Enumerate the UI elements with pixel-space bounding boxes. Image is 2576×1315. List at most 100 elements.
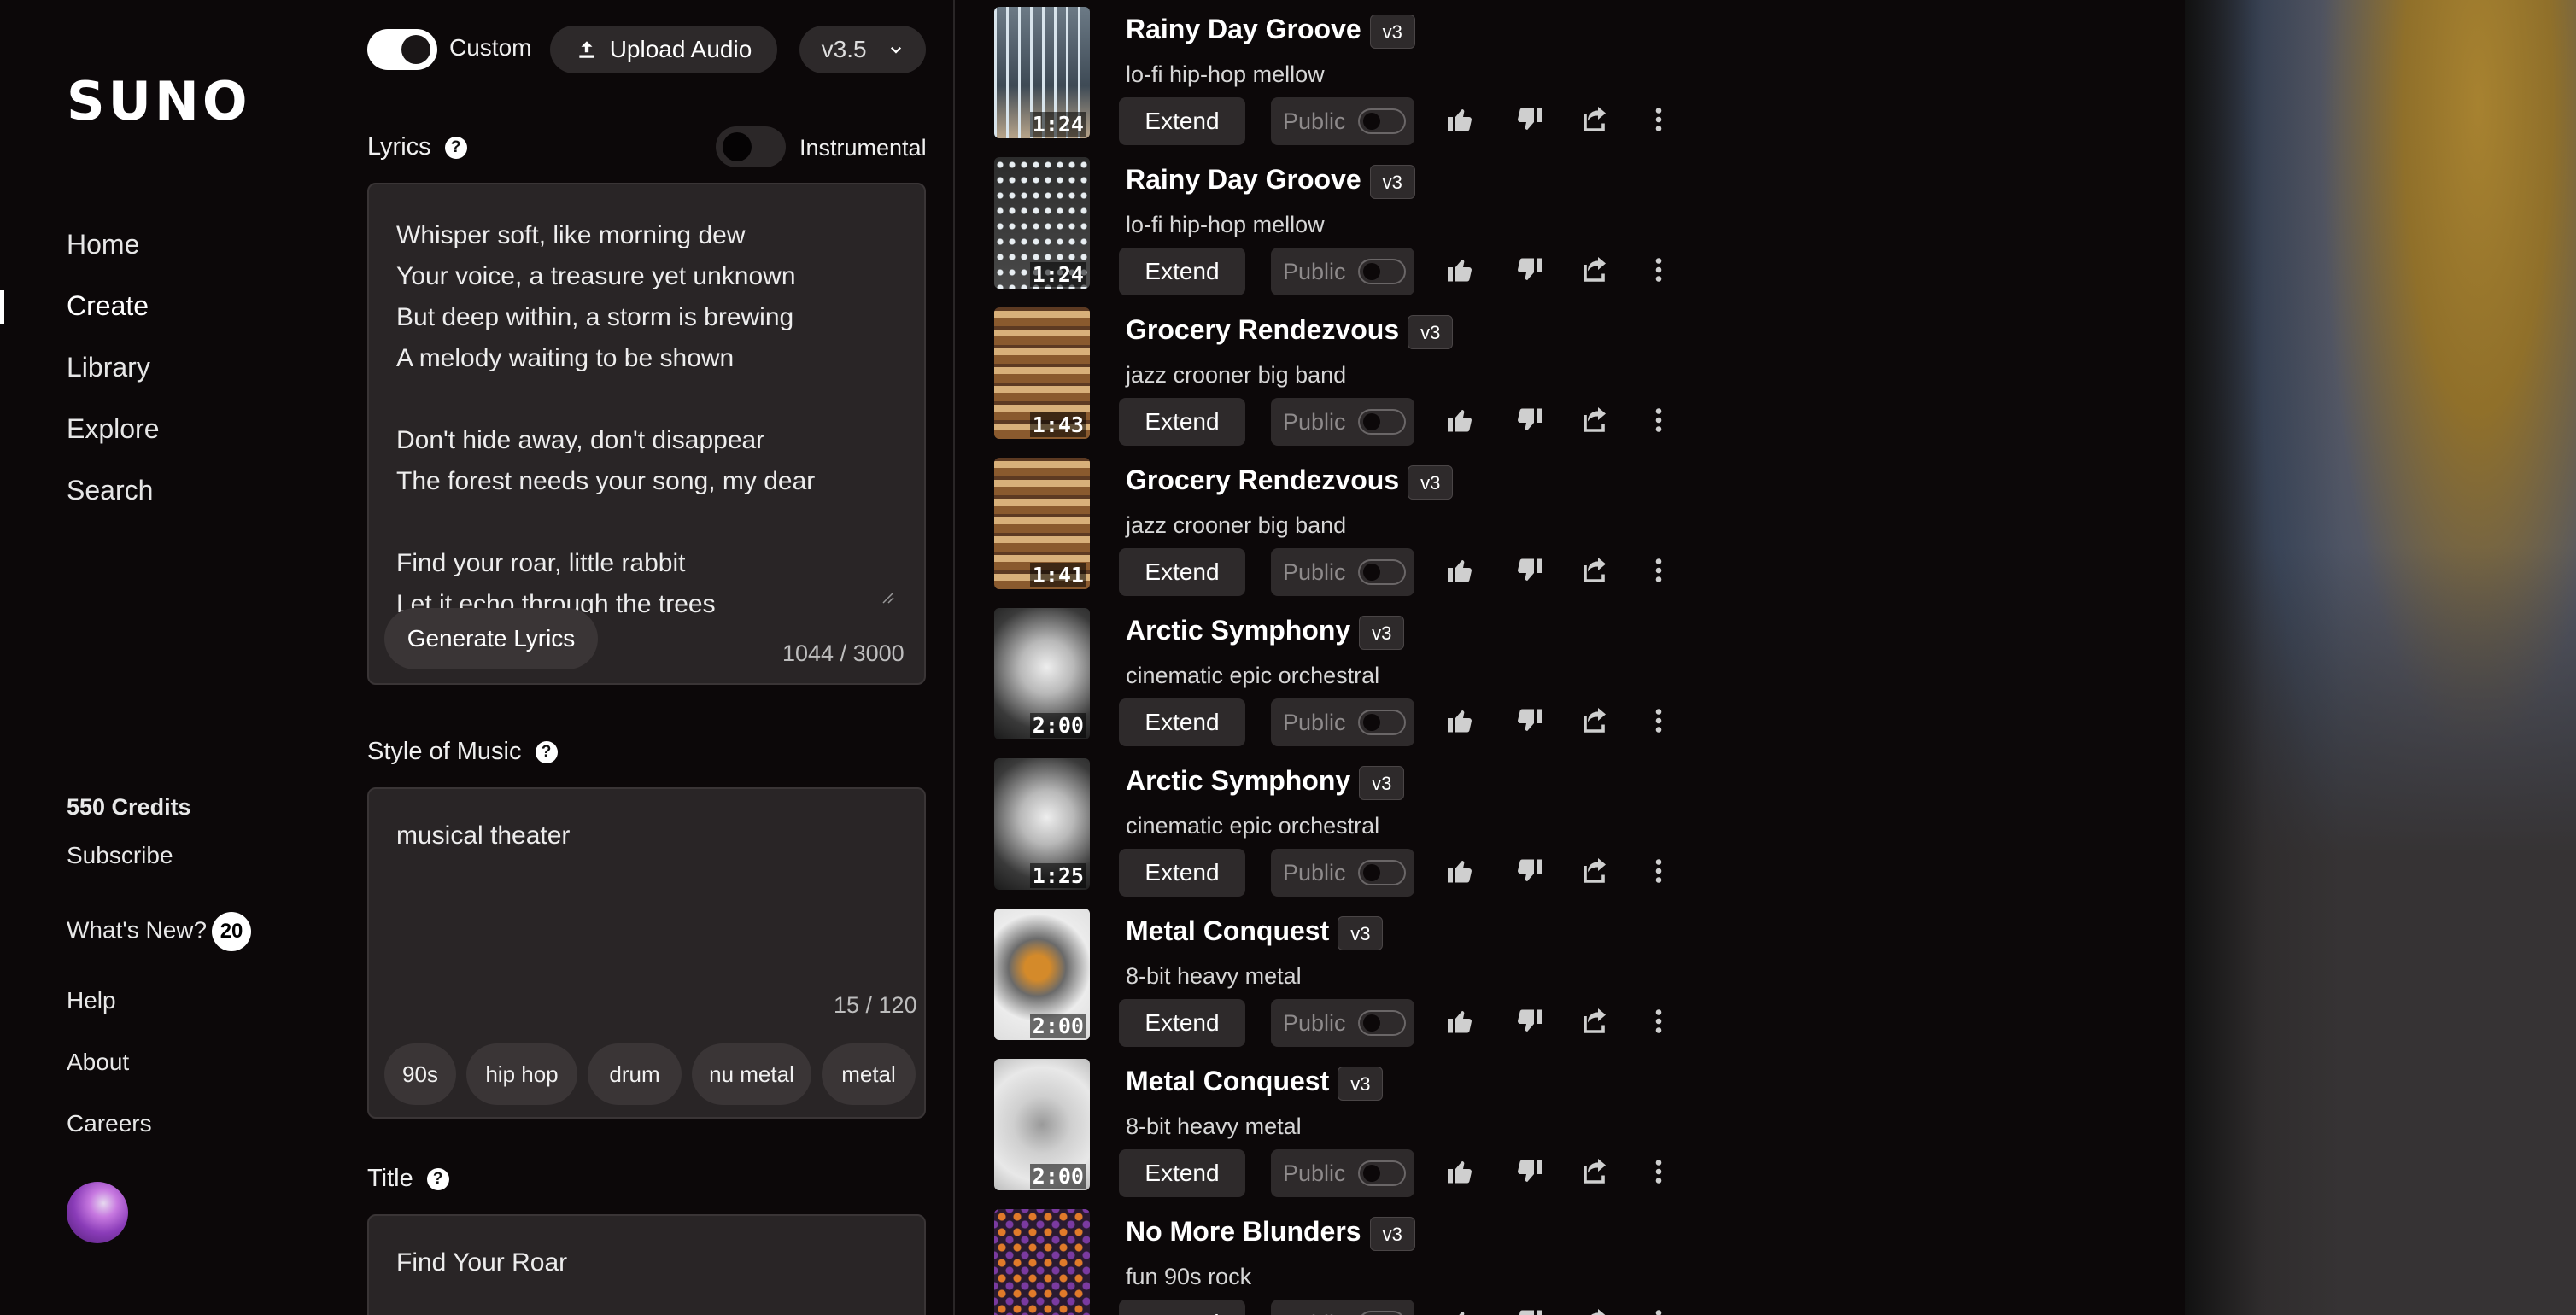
public-toggle[interactable]: Public	[1271, 1300, 1414, 1315]
resize-handle-icon[interactable]	[881, 591, 895, 605]
song-style-tags[interactable]: 8-bit heavy metal	[1126, 1113, 1302, 1140]
more-icon[interactable]	[1643, 705, 1677, 739]
share-icon[interactable]	[1580, 1306, 1614, 1315]
thumbs-up-icon[interactable]	[1445, 104, 1479, 138]
song-cover-image[interactable]: 1:43	[994, 307, 1090, 439]
style-input[interactable]: musical theater	[396, 821, 570, 850]
song-title[interactable]: Arctic Symphony v3	[1126, 765, 1405, 800]
song-style-tags[interactable]: cinematic epic orchestral	[1126, 663, 1379, 689]
public-toggle[interactable]: Public	[1271, 1149, 1414, 1197]
upload-audio-button[interactable]: Upload Audio	[550, 26, 777, 73]
public-toggle[interactable]: Public	[1271, 398, 1414, 446]
thumbs-up-icon[interactable]	[1445, 254, 1479, 289]
more-icon[interactable]	[1643, 856, 1677, 890]
song-title[interactable]: Rainy Day Groove v3	[1126, 14, 1415, 49]
extend-button[interactable]: Extend	[1119, 548, 1245, 596]
thumbs-down-icon[interactable]	[1513, 555, 1548, 589]
thumbs-down-icon[interactable]	[1513, 405, 1548, 439]
version-select[interactable]: v3.5	[799, 26, 926, 73]
more-icon[interactable]	[1643, 104, 1677, 138]
share-icon[interactable]	[1580, 856, 1614, 890]
share-icon[interactable]	[1580, 405, 1614, 439]
title-input[interactable]: Find Your Roar	[396, 1248, 567, 1277]
thumbs-up-icon[interactable]	[1445, 705, 1479, 739]
thumbs-down-icon[interactable]	[1513, 856, 1548, 890]
thumbs-down-icon[interactable]	[1513, 104, 1548, 138]
more-icon[interactable]	[1643, 1156, 1677, 1190]
subscribe-link[interactable]: Subscribe	[67, 842, 173, 869]
nav-home[interactable]: Home	[67, 224, 160, 285]
user-avatar[interactable]	[67, 1182, 128, 1243]
share-icon[interactable]	[1580, 104, 1614, 138]
song-row[interactable]: 1:41 Grocery Rendezvous v3 jazz crooner big…	[994, 458, 1848, 608]
nav-search[interactable]: Search	[67, 470, 160, 531]
nav-explore[interactable]: Explore	[67, 408, 160, 470]
extend-button[interactable]: Extend	[1119, 698, 1245, 746]
song-cover-image[interactable]: 2:00	[994, 608, 1090, 739]
song-row[interactable]: 2:00 Metal Conquest v3 8-bit heavy metal Ext…	[994, 909, 1848, 1059]
help-icon[interactable]: ?	[535, 741, 558, 764]
public-toggle[interactable]: Public	[1271, 849, 1414, 897]
song-title[interactable]: No More Blunders v3	[1126, 1216, 1415, 1251]
style-tag-90s[interactable]: 90s	[384, 1043, 456, 1105]
thumbs-up-icon[interactable]	[1445, 856, 1479, 890]
instrumental-toggle[interactable]	[716, 126, 786, 167]
thumbs-down-icon[interactable]	[1513, 705, 1548, 739]
song-row[interactable]: 1:24 Rainy Day Groove v3 lo-fi hip-hop mell…	[994, 7, 1848, 157]
nav-library[interactable]: Library	[67, 347, 160, 408]
extend-button[interactable]: Extend	[1119, 1300, 1245, 1315]
public-switch[interactable]	[1358, 108, 1406, 134]
public-switch[interactable]	[1358, 1160, 1406, 1186]
public-switch[interactable]	[1358, 409, 1406, 435]
song-row[interactable]: 1:24 Rainy Day Groove v3 lo-fi hip-hop mell…	[994, 157, 1848, 307]
song-cover-image[interactable]: 1:24	[994, 7, 1090, 138]
extend-button[interactable]: Extend	[1119, 398, 1245, 446]
song-style-tags[interactable]: fun 90s rock	[1126, 1264, 1251, 1290]
help-icon[interactable]: ?	[444, 137, 467, 160]
about-link[interactable]: About	[67, 1049, 129, 1076]
song-cover-image[interactable]: 1:25	[994, 758, 1090, 890]
more-icon[interactable]	[1643, 1306, 1677, 1315]
song-row[interactable]: 2:00 Metal Conquest v3 8-bit heavy metal Ext…	[994, 1059, 1848, 1209]
thumbs-up-icon[interactable]	[1445, 1156, 1479, 1190]
generate-lyrics-button[interactable]: Generate Lyrics	[384, 608, 598, 669]
style-tag-nu-metal[interactable]: nu metal	[692, 1043, 811, 1105]
more-icon[interactable]	[1643, 254, 1677, 289]
whats-new-link[interactable]: What's New? 20	[67, 912, 252, 951]
song-style-tags[interactable]: jazz crooner big band	[1126, 512, 1346, 539]
song-cover-image[interactable]: 1:24	[994, 157, 1090, 289]
extend-button[interactable]: Extend	[1119, 248, 1245, 295]
public-switch[interactable]	[1358, 1311, 1406, 1315]
song-title[interactable]: Metal Conquest v3	[1126, 1066, 1384, 1101]
extend-button[interactable]: Extend	[1119, 97, 1245, 145]
song-cover-image[interactable]: 1:41	[994, 458, 1090, 589]
share-icon[interactable]	[1580, 1156, 1614, 1190]
nav-create[interactable]: Create	[67, 285, 160, 347]
style-tag-hip-hop[interactable]: hip hop	[466, 1043, 577, 1105]
public-toggle[interactable]: Public	[1271, 248, 1414, 295]
song-style-tags[interactable]: jazz crooner big band	[1126, 362, 1346, 389]
share-icon[interactable]	[1580, 705, 1614, 739]
song-style-tags[interactable]: cinematic epic orchestral	[1126, 813, 1379, 839]
public-switch[interactable]	[1358, 710, 1406, 735]
thumbs-up-icon[interactable]	[1445, 555, 1479, 589]
extend-button[interactable]: Extend	[1119, 999, 1245, 1047]
song-row[interactable]: 1:43 Grocery Rendezvous v3 jazz crooner big…	[994, 307, 1848, 458]
public-toggle[interactable]: Public	[1271, 999, 1414, 1047]
thumbs-down-icon[interactable]	[1513, 1156, 1548, 1190]
careers-link[interactable]: Careers	[67, 1110, 152, 1137]
song-row[interactable]: 1:25 Arctic Symphony v3 cinematic epic orch…	[994, 758, 1848, 909]
share-icon[interactable]	[1580, 1006, 1614, 1040]
song-row[interactable]: No More Blunders v3 fun 90s rock Extend Publ…	[994, 1209, 1848, 1315]
song-style-tags[interactable]: lo-fi hip-hop mellow	[1126, 212, 1325, 238]
public-switch[interactable]	[1358, 559, 1406, 585]
song-title[interactable]: Rainy Day Groove v3	[1126, 164, 1415, 199]
more-icon[interactable]	[1643, 1006, 1677, 1040]
song-cover-image[interactable]	[994, 1209, 1090, 1315]
song-title[interactable]: Arctic Symphony v3	[1126, 615, 1405, 650]
share-icon[interactable]	[1580, 254, 1614, 289]
song-cover-image[interactable]: 2:00	[994, 1059, 1090, 1190]
thumbs-up-icon[interactable]	[1445, 405, 1479, 439]
help-icon[interactable]: ?	[426, 1168, 449, 1191]
public-switch[interactable]	[1358, 860, 1406, 885]
